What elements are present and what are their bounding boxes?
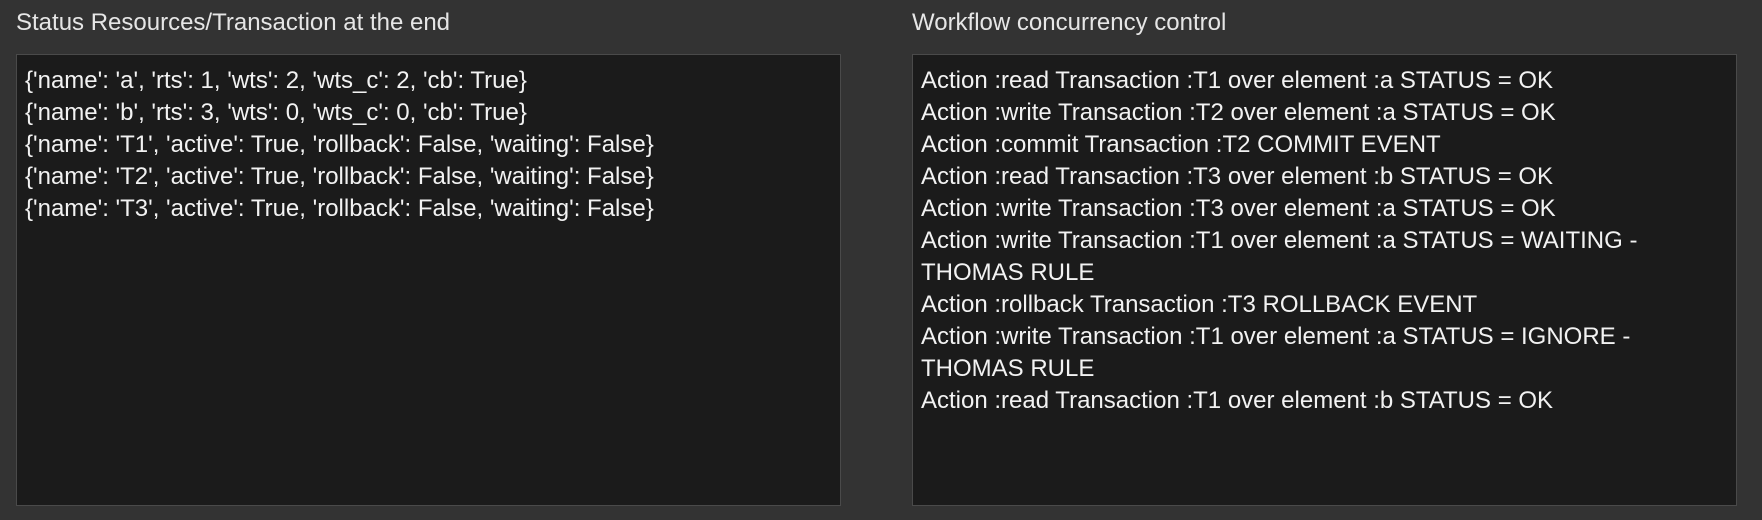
workflow-line: Action :read Transaction :T1 over elemen… xyxy=(921,387,1554,414)
status-line: {'name': 'b', 'rts': 3, 'wts': 0, 'wts_c… xyxy=(25,99,527,126)
status-line: {'name': 'a', 'rts': 1, 'wts': 2, 'wts_c… xyxy=(25,67,527,94)
workflow-line: Action :write Transaction :T1 over eleme… xyxy=(921,323,1631,350)
workflow-line: Action :read Transaction :T3 over elemen… xyxy=(921,163,1554,190)
workflow-text-area[interactable]: Action :read Transaction :T1 over elemen… xyxy=(912,54,1737,506)
status-line: {'name': 'T2', 'active': True, 'rollback… xyxy=(25,163,654,190)
workflow-line: THOMAS RULE xyxy=(921,259,1095,286)
status-line: {'name': 'T1', 'active': True, 'rollback… xyxy=(25,131,654,158)
workflow-line: Action :write Transaction :T3 over eleme… xyxy=(921,195,1556,222)
workflow-line: Action :write Transaction :T1 over eleme… xyxy=(921,227,1638,254)
status-text-area[interactable]: {'name': 'a', 'rts': 1, 'wts': 2, 'wts_c… xyxy=(16,54,841,506)
workflow-line: Action :rollback Transaction :T3 ROLLBAC… xyxy=(921,291,1478,318)
workflow-line: Action :write Transaction :T2 over eleme… xyxy=(921,99,1556,126)
status-panel-title: Status Resources/Transaction at the end xyxy=(16,9,451,36)
workflow-line: Action :commit Transaction :T2 COMMIT EV… xyxy=(921,131,1441,158)
workflow-panel-title: Workflow concurrency control xyxy=(912,9,1227,36)
workflow-line: THOMAS RULE xyxy=(921,355,1095,382)
status-line: {'name': 'T3', 'active': True, 'rollback… xyxy=(25,195,654,222)
workflow-line: Action :read Transaction :T1 over elemen… xyxy=(921,67,1554,94)
